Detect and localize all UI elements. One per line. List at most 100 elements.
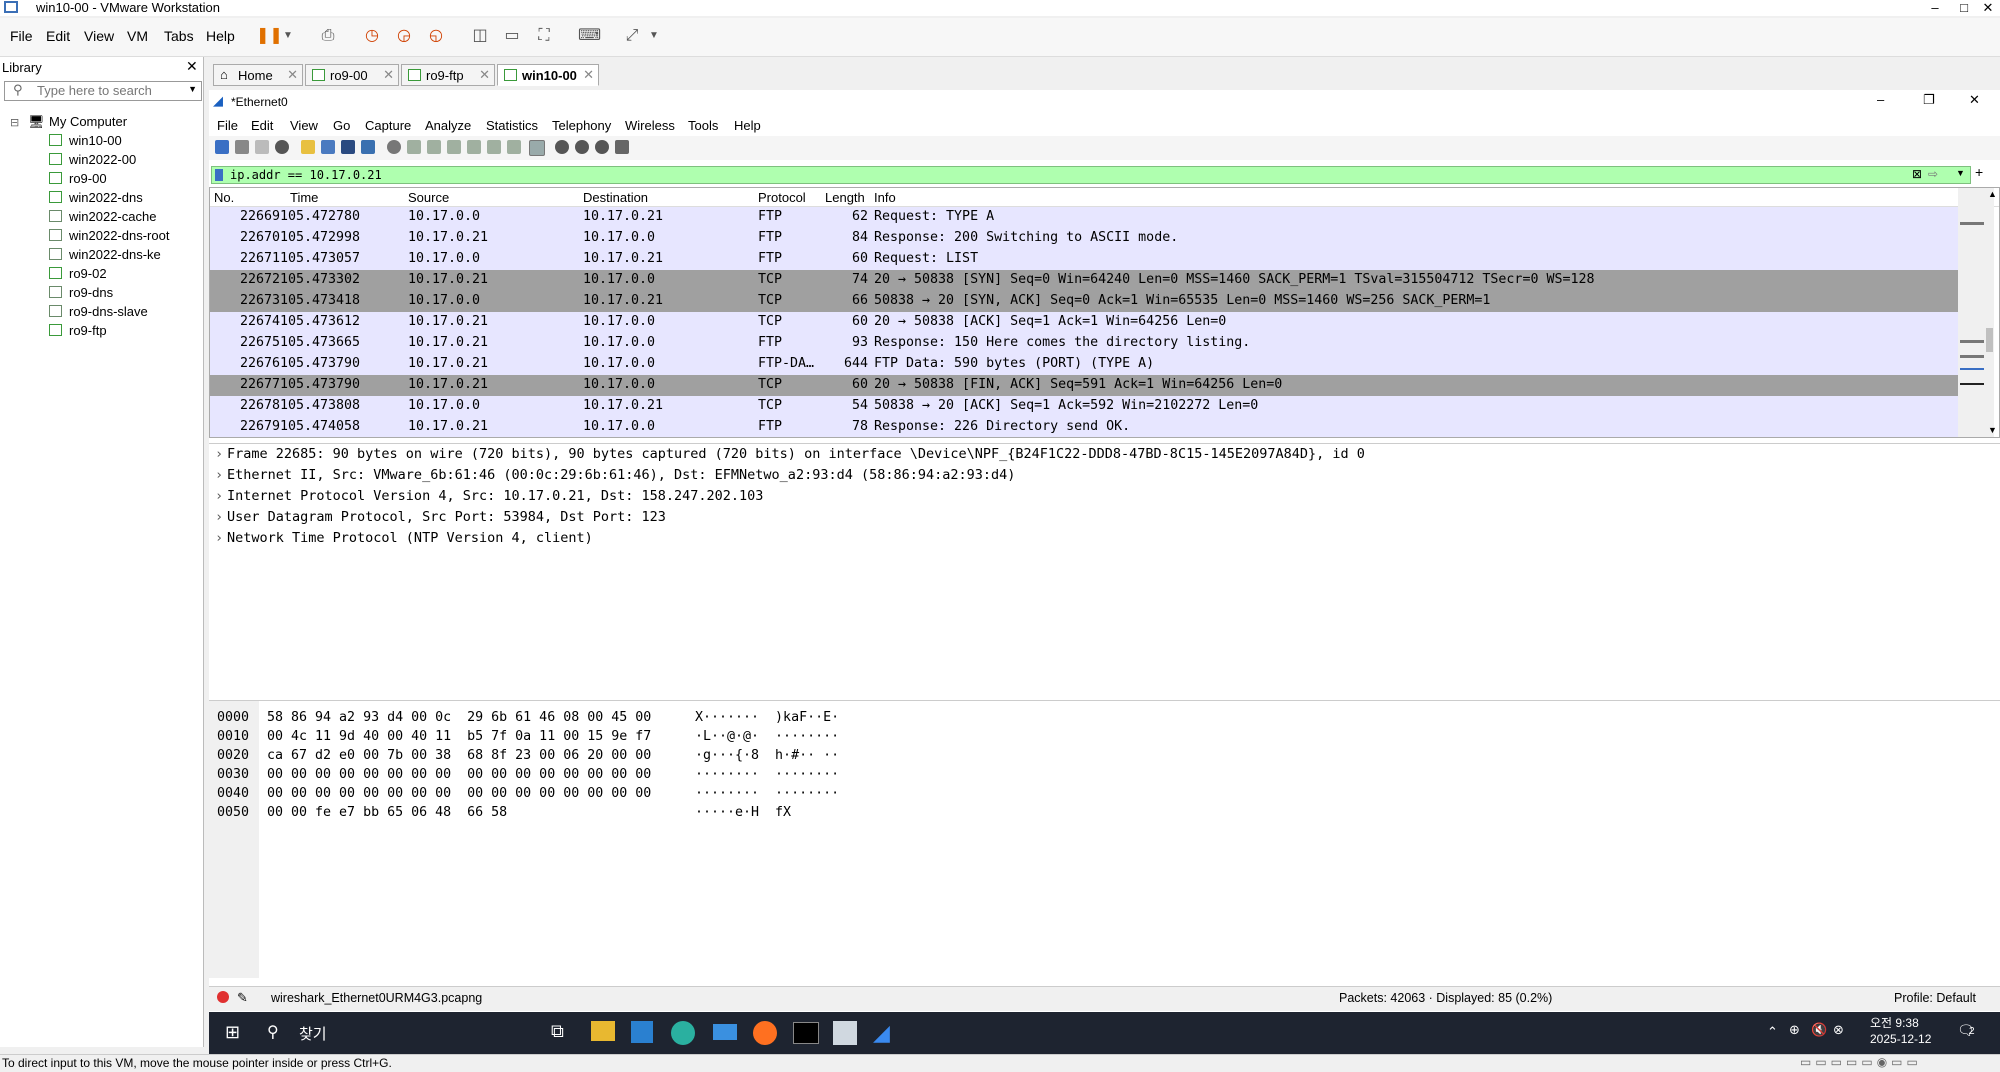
ws-menu-telephony[interactable]: Telephony (552, 118, 611, 133)
apply-filter-icon[interactable]: ⇨ (1928, 167, 1938, 181)
detail-ipv4[interactable]: › Internet Protocol Version 4, Src: 10.17… (215, 488, 763, 504)
ws-menu-file[interactable]: File (217, 118, 238, 133)
tab-close-icon[interactable]: ✕ (479, 67, 490, 83)
edit-comment-icon[interactable]: ✎ (237, 990, 248, 1006)
scroll-thumb[interactable] (1986, 328, 1993, 352)
mail-icon[interactable] (713, 1024, 737, 1040)
packet-row[interactable]: 22677 105.473790 10.17.0.21 10.17.0.0 TCP 60 2… (210, 375, 1958, 396)
hex-ascii[interactable]: ·L··@·@· ········ (695, 729, 839, 744)
firefox-icon[interactable] (753, 1021, 777, 1045)
ws-menu-wireless[interactable]: Wireless (625, 118, 675, 133)
wireshark-taskbar-icon[interactable]: ◢ (873, 1020, 890, 1046)
tree-item-ro9-dns[interactable]: ro9-dns (49, 284, 113, 301)
last-packet-icon[interactable] (487, 140, 501, 154)
detail-ntp[interactable]: › Network Time Protocol (NTP Version 4, c… (215, 530, 593, 546)
resize-columns-icon[interactable] (615, 140, 629, 154)
ws-menu-statistics[interactable]: Statistics (486, 118, 538, 133)
packet-row[interactable]: 22672 105.473302 10.17.0.21 10.17.0.0 TCP 74 2… (210, 270, 1958, 291)
display-filter-input[interactable]: ip.addr == 10.17.0.21 ⊠ ⇨ ▼ (211, 166, 1971, 184)
terminal-icon[interactable] (793, 1022, 819, 1044)
minimize-button[interactable]: – (1924, 0, 1946, 15)
packet-row[interactable]: 22669 105.472780 10.17.0.0 10.17.0.21 FTP 62 R… (210, 207, 1958, 228)
pause-dropdown-icon[interactable]: ▼ (278, 27, 298, 45)
packet-row[interactable]: 22674 105.473612 10.17.0.21 10.17.0.0 TCP 60 2… (210, 312, 1958, 333)
pause-icon[interactable]: ❚❚ (256, 27, 283, 45)
colorize-icon[interactable] (529, 140, 545, 156)
hex-bytes[interactable]: 00 00 00 00 00 00 00 00 00 00 00 00 00 0… (267, 786, 651, 801)
close-button[interactable]: ✕ (1977, 0, 1999, 16)
profile-label[interactable]: Profile: Default (1894, 991, 1976, 1005)
menu-view[interactable]: View (84, 28, 114, 44)
tree-item-ro9-dns-slave[interactable]: ro9-dns-slave (49, 303, 148, 320)
col-source[interactable]: Source (408, 190, 449, 205)
scroll-up-icon[interactable]: ▲ (1988, 189, 1997, 199)
start-capture-icon[interactable] (215, 140, 229, 154)
save-file-icon[interactable] (321, 140, 335, 154)
tab-close-icon[interactable]: ✕ (583, 67, 594, 83)
tray-status-icon[interactable]: ⊗ (1833, 1022, 1844, 1038)
packet-row[interactable]: 22675 105.473665 10.17.0.21 10.17.0.0 FTP 93 R… (210, 333, 1958, 354)
ws-menu-capture[interactable]: Capture (365, 118, 411, 133)
taskbar-time[interactable]: 오전 9:38 (1870, 1014, 1919, 1031)
hex-bytes[interactable]: 00 4c 11 9d 40 00 40 11 b5 7f 0a 11 00 1… (267, 729, 651, 744)
tab-home[interactable]: ⌂ Home ✕ (213, 64, 303, 86)
library-search-input[interactable]: ⚲ Type here to search ▼ (4, 81, 202, 101)
thumbnail-view-icon[interactable]: ▭ (502, 27, 522, 45)
tree-item-win2022-00[interactable]: win2022-00 (49, 151, 136, 168)
snapshot-manager-icon[interactable]: ◵ (426, 27, 446, 45)
tree-item-ro9-02[interactable]: ro9-02 (49, 265, 107, 282)
bookmark-icon[interactable] (215, 169, 223, 181)
zoom-in-icon[interactable] (555, 140, 569, 154)
fullscreen-icon[interactable]: ⛶ (534, 27, 554, 45)
ws-minimize-button[interactable]: – (1877, 92, 1884, 107)
menu-edit[interactable]: Edit (46, 28, 70, 44)
send-ctrl-alt-del-icon[interactable]: ⎙ (318, 27, 338, 45)
task-view-icon[interactable]: ⧉ (551, 1021, 564, 1042)
hex-ascii[interactable]: ·····e·H fX (695, 805, 791, 820)
add-filter-button[interactable]: + (1975, 164, 1983, 180)
hex-ascii[interactable]: ········ ········ (695, 786, 839, 801)
restart-capture-icon[interactable] (255, 140, 269, 154)
ws-close-button[interactable]: ✕ (1969, 92, 1980, 108)
network-icon[interactable]: ⊕ (1789, 1022, 1800, 1038)
tree-item-win10-00[interactable]: win10-00 (49, 132, 122, 149)
tree-item-win2022-cache[interactable]: win2022-cache (49, 208, 156, 225)
tab-ro9-00[interactable]: ro9-00 ✕ (305, 64, 399, 86)
col-length[interactable]: Length (825, 190, 865, 205)
scroll-down-icon[interactable]: ▼ (1988, 425, 1997, 435)
tab-win10-00[interactable]: win10-00 ✕ (497, 64, 599, 86)
col-info[interactable]: Info (874, 190, 896, 205)
snapshot-icon[interactable]: ◷ (362, 27, 382, 45)
ws-menu-go[interactable]: Go (333, 118, 350, 133)
go-forward-icon[interactable] (427, 140, 441, 154)
packet-row[interactable]: 22676 105.473790 10.17.0.21 10.17.0.0 FTP-DA… (210, 354, 1958, 375)
tree-item-win2022-dns-ke[interactable]: win2022-dns-ke (49, 246, 161, 263)
tree-collapse-icon[interactable]: ⊟ (10, 116, 19, 129)
hex-bytes[interactable]: 00 00 00 00 00 00 00 00 00 00 00 00 00 0… (267, 767, 651, 782)
menu-tabs[interactable]: Tabs (164, 28, 194, 44)
tree-item-ro9-ftp[interactable]: ro9-ftp (49, 322, 107, 339)
start-icon[interactable]: ⊞ (225, 1022, 240, 1043)
stop-capture-icon[interactable] (235, 140, 249, 154)
ws-menu-tools[interactable]: Tools (688, 118, 718, 133)
hex-bytes[interactable]: 58 86 94 a2 93 d4 00 0c 29 6b 61 46 08 0… (267, 710, 651, 725)
ws-menu-edit[interactable]: Edit (251, 118, 273, 133)
packet-row[interactable]: 22670 105.472998 10.17.0.21 10.17.0.0 FTP 84 R… (210, 228, 1958, 249)
tray-expand-icon[interactable]: ⌃ (1767, 1024, 1778, 1040)
tab-close-icon[interactable]: ✕ (383, 67, 394, 83)
close-file-icon[interactable] (341, 140, 355, 154)
first-packet-icon[interactable] (467, 140, 481, 154)
ws-menu-help[interactable]: Help (734, 118, 761, 133)
col-no[interactable]: No. (214, 190, 234, 205)
tree-item-ro9-00[interactable]: ro9-00 (49, 170, 107, 187)
stretch-icon[interactable]: ⤢ (622, 27, 642, 45)
taskbar-date[interactable]: 2025-12-12 (1870, 1032, 1931, 1046)
revert-snapshot-icon[interactable]: ◶ (394, 27, 414, 45)
menu-vm[interactable]: VM (127, 28, 148, 44)
hex-ascii[interactable]: ········ ········ (695, 767, 839, 782)
zoom-out-icon[interactable] (575, 140, 589, 154)
library-view-icon[interactable]: ◫ (470, 27, 490, 45)
go-to-packet-icon[interactable] (447, 140, 461, 154)
col-destination[interactable]: Destination (583, 190, 648, 205)
hex-ascii[interactable]: ·g···{·8 h·#·· ·· (695, 748, 839, 763)
